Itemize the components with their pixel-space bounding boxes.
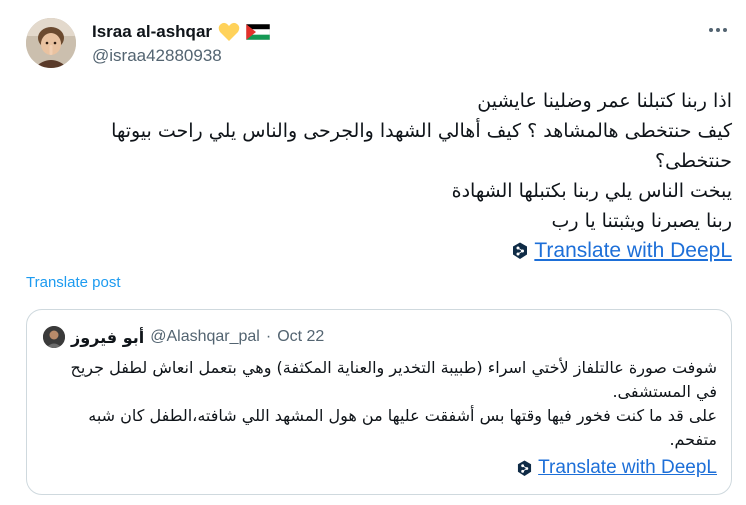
more-horizontal-icon [709,28,727,32]
translate-post-link[interactable]: Translate post [26,274,121,291]
quoted-avatar-image [43,326,65,348]
quoted-author-handle: @Alashqar_pal [150,328,260,345]
deepl-label: Translate with DeepL [534,239,732,262]
more-options-button[interactable] [704,18,732,42]
deepl-icon [518,460,532,476]
author-name-row: Israa al-ashqar [92,20,271,44]
tweet-text-line: كيف حنتخطى هالمشاهد ؟ كيف أهالي الشهدا و… [111,120,732,172]
tweet-text-line: اذا ربنا كتبلنا عمر وضلينا عايشين [477,90,732,112]
quoted-text-line: شوفت صورة عالتلفاز لأختي اسراء (طبيبة ال… [70,358,718,401]
quoted-author-display-name[interactable]: أبو فيروز [71,328,144,347]
quoted-tweet-card[interactable]: أبو فيروز @Alashqar_pal · Oct 22 شوفت صو… [26,309,732,495]
quoted-author-avatar[interactable] [43,326,65,348]
author-handle[interactable]: @israa42880938 [92,46,222,66]
deepl-icon [513,242,528,259]
author-avatar[interactable] [26,18,76,68]
avatar-image [26,18,76,68]
quoted-translate-with-deepl-link[interactable]: Translate with DeepL [517,456,717,480]
tweet-text: اذا ربنا كتبلنا عمر وضلينا عايشين كيف حن… [42,86,732,269]
palestine-flag-icon [246,24,271,40]
quoted-date[interactable]: Oct 22 [277,328,324,346]
tweet-text-line: ربنا يصبرنا ويثبتنا يا رب [551,210,732,232]
quoted-tweet-text: شوفت صورة عالتلفاز لأختي اسراء (طبيبة ال… [47,356,718,484]
yellow-heart-icon [218,22,240,41]
tweet-text-line: يبخت الناس يلي ربنا بكتبلها الشهادة [451,180,732,202]
quoted-text-line: على قد ما كنت فخور فيها وقتها بس أشفقت ع… [88,406,717,449]
quoted-tweet-header: أبو فيروز @Alashqar_pal · Oct 22 [43,326,324,348]
deepl-label: Translate with DeepL [538,457,717,478]
translate-with-deepl-link[interactable]: Translate with DeepL [512,236,732,266]
author-display-name[interactable]: Israa al-ashqar [92,22,212,42]
quoted-separator: · [265,328,272,345]
